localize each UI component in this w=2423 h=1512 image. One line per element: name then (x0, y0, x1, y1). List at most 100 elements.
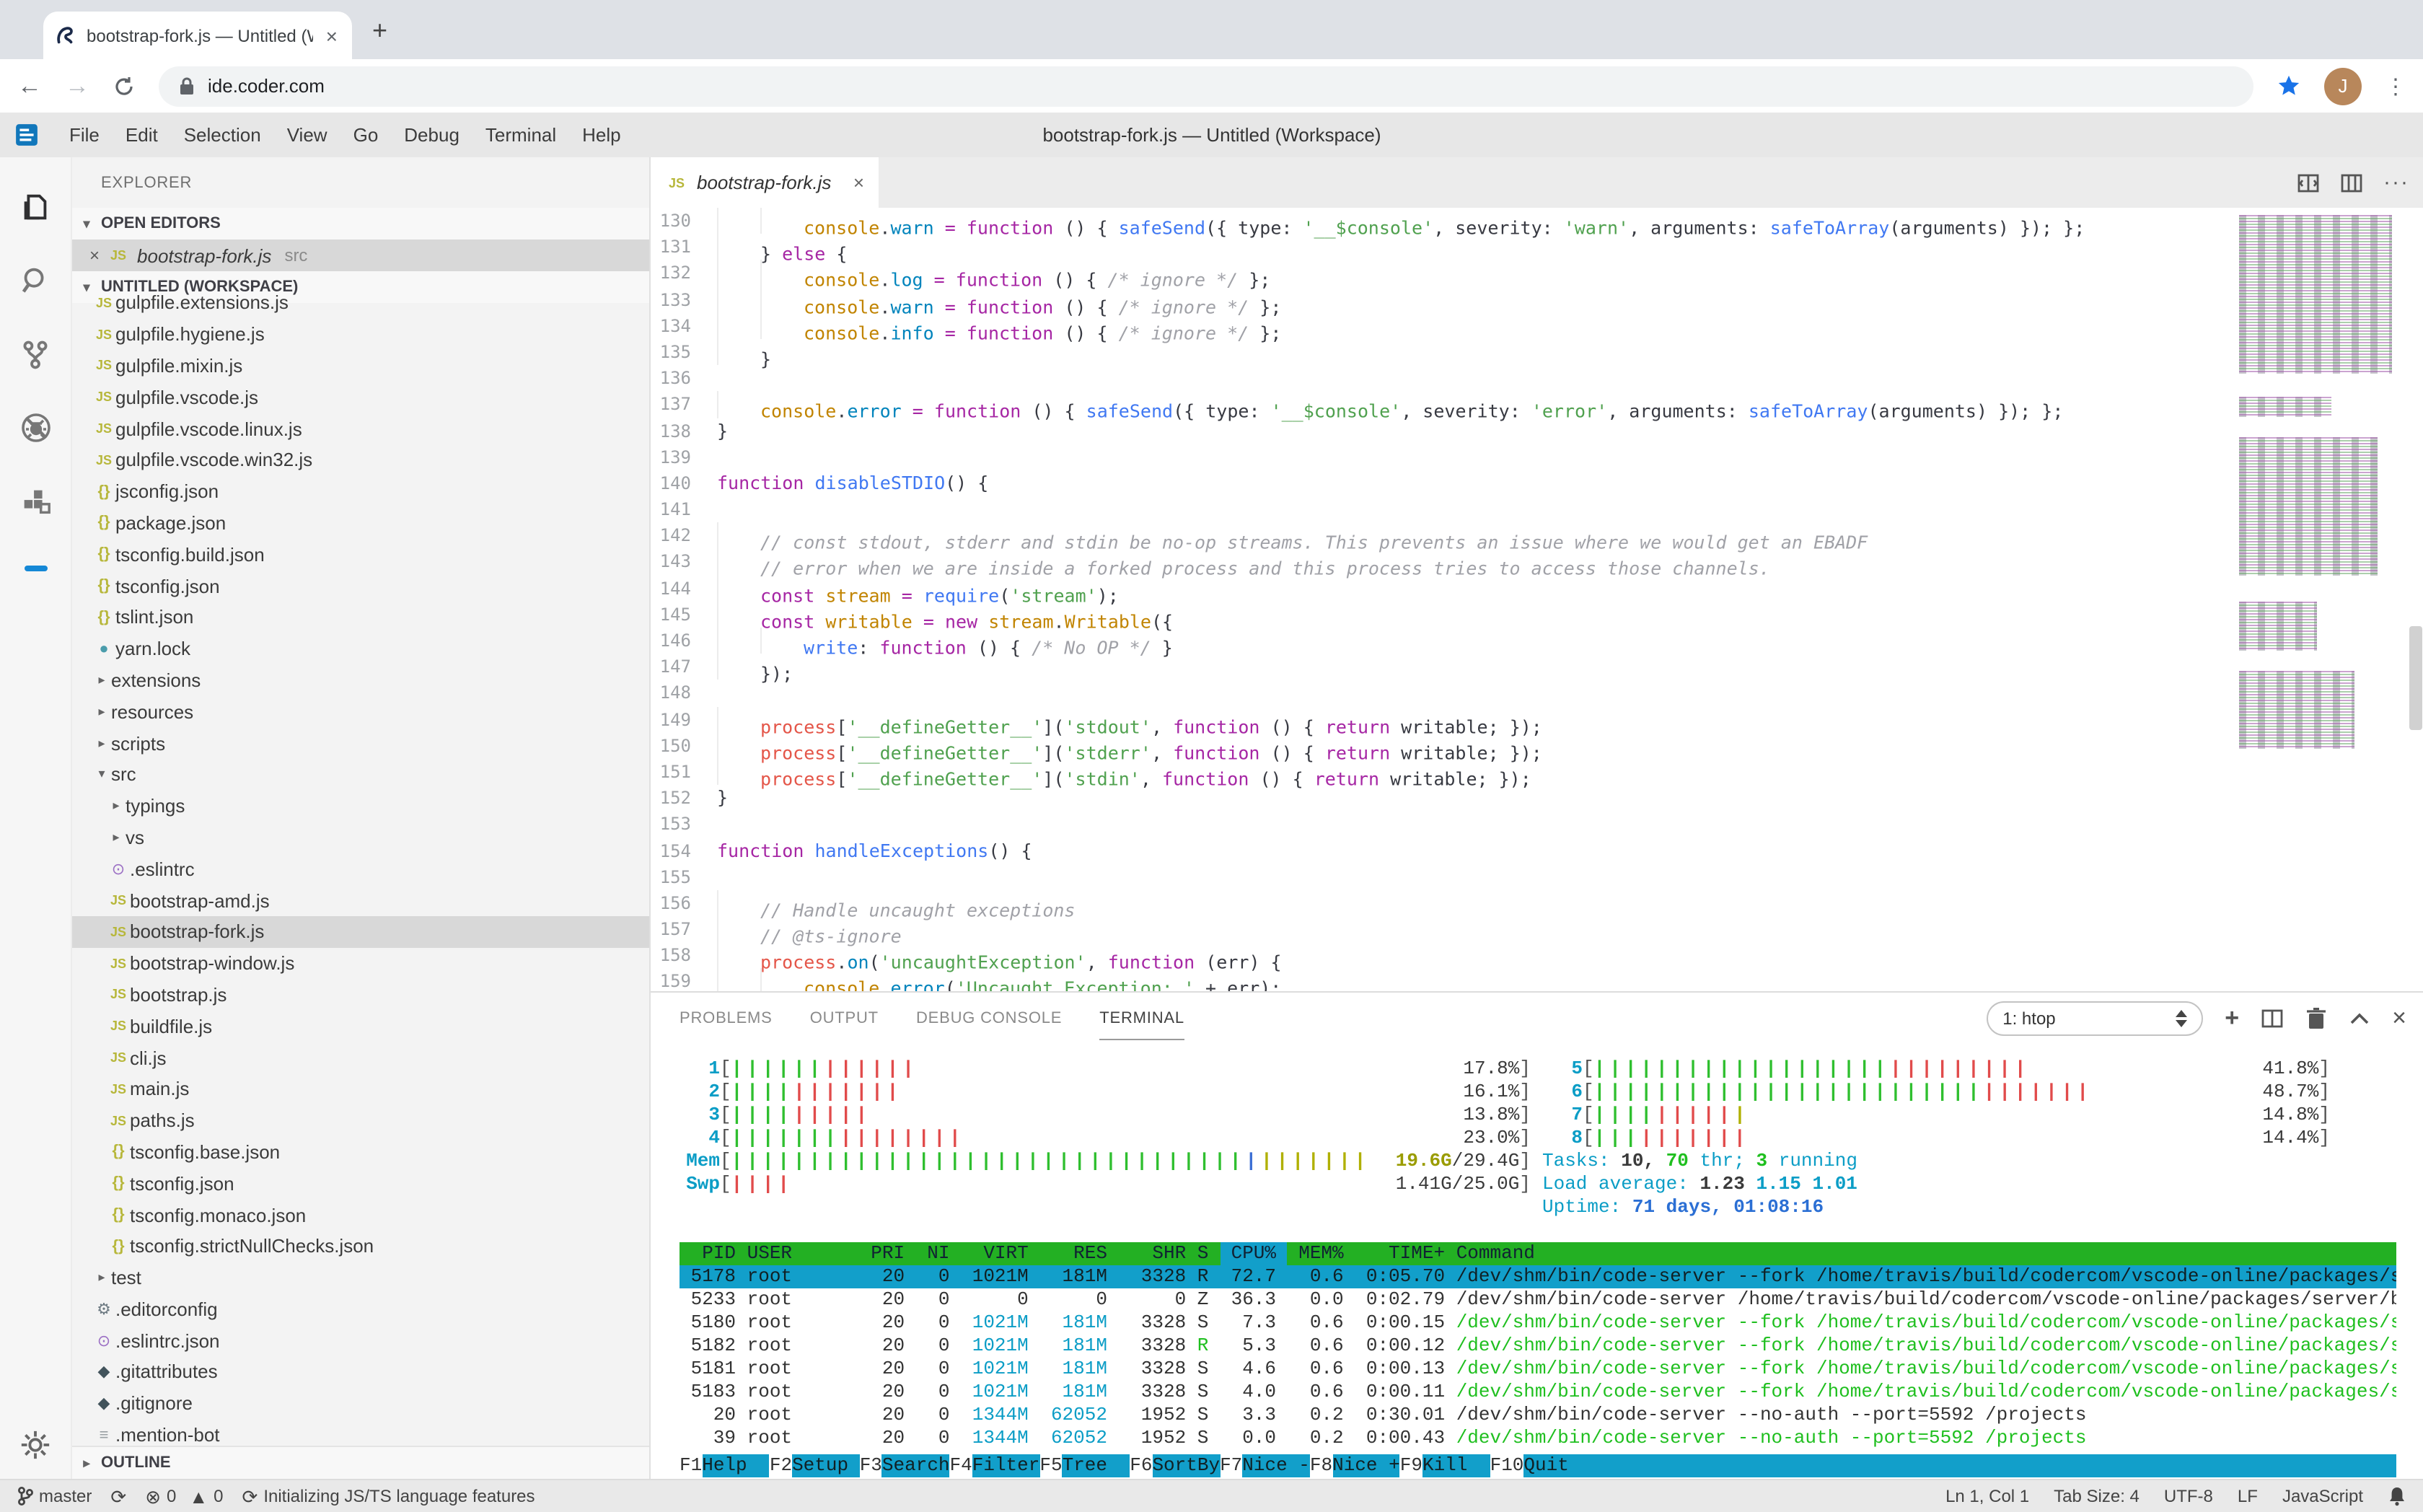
tree-item-gulpfile.hygiene.js[interactable]: JSgulpfile.hygiene.js (72, 319, 649, 351)
code-line-133[interactable]: 133console.warn = function () { /* ignor… (651, 286, 2423, 312)
panel-tab-output[interactable]: OUTPUT (810, 995, 879, 1040)
open-editor-item[interactable]: × JS bootstrap-fork.js src (72, 239, 649, 271)
tree-item-src[interactable]: ▾src (72, 759, 649, 791)
tree-item-gulpfile.mixin.js[interactable]: JSgulpfile.mixin.js (72, 350, 649, 382)
code-line-153[interactable]: 153 (651, 812, 2423, 838)
menu-help[interactable]: Help (569, 124, 634, 146)
maximize-panel-chevron-icon[interactable] (2349, 1011, 2370, 1025)
tree-item-typings[interactable]: ▸typings (72, 791, 649, 822)
notifications-bell-icon[interactable] (2388, 1486, 2406, 1506)
status-tab-size-4[interactable]: Tab Size: 4 (2054, 1486, 2140, 1506)
address-bar[interactable]: ide.coder.com (159, 66, 2253, 106)
code-line-134[interactable]: 134console.info = function () { /* ignor… (651, 313, 2423, 339)
tree-item-bootstrap-amd.js[interactable]: JSbootstrap-amd.js (72, 884, 649, 916)
scrollbar-thumb[interactable] (2409, 626, 2422, 730)
settings-gear-icon[interactable] (0, 1428, 71, 1462)
code-line-137[interactable]: 137console.error = function () { safeSen… (651, 392, 2423, 418)
code-line-148[interactable]: 148 (651, 680, 2423, 706)
forward-icon[interactable]: → (65, 71, 89, 100)
new-tab-button[interactable]: + (372, 17, 387, 43)
avatar[interactable]: J (2324, 67, 2362, 105)
code-line-150[interactable]: 150process['__defineGetter__']('stderr',… (651, 733, 2423, 759)
off-badge[interactable] (24, 566, 47, 571)
kill-terminal-trash-icon[interactable] (2305, 1006, 2327, 1029)
code-line-158[interactable]: 158process.on('uncaughtException', funct… (651, 943, 2423, 969)
browser-menu-icon[interactable]: ⋮ (2385, 73, 2406, 99)
tree-item-.gitignore[interactable]: ◆.gitignore (72, 1388, 649, 1420)
problems-status[interactable]: ⊗0 ▲0 (145, 1486, 223, 1506)
code-editor[interactable]: 130console.warn = function () { safeSend… (651, 208, 2423, 991)
htop-table-header[interactable]: PID USER PRI NI VIRT RES SHR S CPU% MEM%… (680, 1242, 2396, 1265)
tree-item-tsconfig.json[interactable]: {}tsconfig.json (72, 570, 649, 602)
explorer-icon[interactable] (18, 189, 53, 224)
tree-item-tsconfig.strictNullChecks.json[interactable]: {}tsconfig.strictNullChecks.json (72, 1231, 649, 1262)
tree-item-bootstrap-window.js[interactable]: JSbootstrap-window.js (72, 947, 649, 979)
code-line-155[interactable]: 155 (651, 863, 2423, 889)
panel-tab-terminal[interactable]: TERMINAL (1099, 995, 1184, 1040)
tree-item-gulpfile.vscode.linux.js[interactable]: JSgulpfile.vscode.linux.js (72, 413, 649, 444)
status-utf-8[interactable]: UTF-8 (2164, 1486, 2213, 1506)
terminal-select[interactable]: 1: htop (1987, 1001, 2203, 1035)
menu-debug[interactable]: Debug (391, 124, 472, 146)
status-ln-1-col-1[interactable]: Ln 1, Col 1 (1945, 1486, 2029, 1506)
code-line-130[interactable]: 130console.warn = function () { safeSend… (651, 208, 2423, 234)
panel-tab-debug-console[interactable]: DEBUG CONSOLE (916, 995, 1062, 1040)
menu-selection[interactable]: Selection (171, 124, 274, 146)
tree-item-tsconfig.build.json[interactable]: {}tsconfig.build.json (72, 539, 649, 571)
tree-item-yarn.lock[interactable]: ●yarn.lock (72, 633, 649, 665)
reload-icon[interactable] (113, 74, 136, 97)
code-line-146[interactable]: 146write: function () { /* No OP */ } (651, 628, 2423, 654)
tree-item-tsconfig.json[interactable]: {}tsconfig.json (72, 1168, 649, 1200)
code-line-141[interactable]: 141 (651, 496, 2423, 522)
tree-item-bootstrap.js[interactable]: JSbootstrap.js (72, 979, 649, 1011)
search-icon[interactable] (18, 263, 53, 297)
tree-item-gulpfile.vscode.js[interactable]: JSgulpfile.vscode.js (72, 382, 649, 413)
bookmark-star-icon[interactable] (2277, 74, 2301, 98)
menu-go[interactable]: Go (340, 124, 392, 146)
tree-item-buildfile.js[interactable]: JSbuildfile.js (72, 1011, 649, 1042)
close-icon[interactable]: × (89, 245, 100, 265)
code-line-149[interactable]: 149process['__defineGetter__']('stdout',… (651, 706, 2423, 732)
menu-terminal[interactable]: Terminal (472, 124, 569, 146)
tree-item-gulpfile.extensions.js[interactable]: JSgulpfile.extensions.js (72, 287, 649, 319)
code-line-132[interactable]: 132console.log = function () { /* ignore… (651, 260, 2423, 286)
back-icon[interactable]: ← (17, 71, 42, 100)
tree-item-gulpfile.vscode.win32.js[interactable]: JSgulpfile.vscode.win32.js (72, 444, 649, 476)
close-panel-icon[interactable]: × (2392, 1006, 2406, 1030)
tree-item-.eslintrc.json[interactable]: ⊙.eslintrc.json (72, 1325, 649, 1357)
tree-item-vs[interactable]: ▸vs (72, 822, 649, 853)
tree-item-.eslintrc[interactable]: ⊙.eslintrc (72, 853, 649, 885)
tree-item-tsconfig.monaco.json[interactable]: {}tsconfig.monaco.json (72, 1199, 649, 1231)
code-line-156[interactable]: 156// Handle uncaught exceptions (651, 890, 2423, 916)
debug-disabled-icon[interactable] (18, 410, 53, 444)
sync-status[interactable]: ⟳ (110, 1487, 126, 1506)
code-line-154[interactable]: 154function handleExceptions() { (651, 838, 2423, 863)
menu-edit[interactable]: Edit (113, 124, 171, 146)
browser-tab[interactable]: bootstrap-fork.js — Untitled (W × (43, 12, 352, 59)
source-control-icon[interactable] (18, 336, 53, 371)
tab-close-icon[interactable]: × (853, 172, 864, 193)
tree-item-jsconfig.json[interactable]: {}jsconfig.json (72, 476, 649, 508)
tree-item-extensions[interactable]: ▸extensions (72, 664, 649, 696)
tree-item-.editorconfig[interactable]: ⚙.editorconfig (72, 1293, 649, 1325)
minimap[interactable] (2239, 212, 2401, 749)
tree-item-main.js[interactable]: JSmain.js (72, 1073, 649, 1105)
code-line-142[interactable]: 142// const stdout, stderr and stdin be … (651, 523, 2423, 549)
split-editor-icon[interactable] (2297, 171, 2320, 194)
menu-file[interactable]: File (56, 124, 113, 146)
tree-item-tsconfig.base.json[interactable]: {}tsconfig.base.json (72, 1136, 649, 1168)
tab-close-icon[interactable]: × (323, 25, 340, 45)
more-actions-icon[interactable]: ··· (2383, 170, 2409, 195)
menu-view[interactable]: View (274, 124, 340, 146)
tree-item-scripts[interactable]: ▸scripts (72, 727, 649, 759)
tree-item-.mention-bot[interactable]: ≡.mention-bot (72, 1419, 649, 1446)
open-editors-header[interactable]: ▾OPEN EDITORS (72, 208, 649, 239)
tree-item-paths.js[interactable]: JSpaths.js (72, 1104, 649, 1136)
editor-tab[interactable]: JS bootstrap-fork.js × (651, 157, 879, 208)
tree-item-resources[interactable]: ▸resources (72, 696, 649, 728)
panel-tab-problems[interactable]: PROBLEMS (680, 995, 773, 1040)
split-terminal-icon[interactable] (2261, 1006, 2284, 1029)
tree-item-tslint.json[interactable]: {}tslint.json (72, 602, 649, 633)
code-line-145[interactable]: 145const writable = new stream.Writable(… (651, 602, 2423, 628)
layout-icon[interactable] (2340, 171, 2363, 194)
